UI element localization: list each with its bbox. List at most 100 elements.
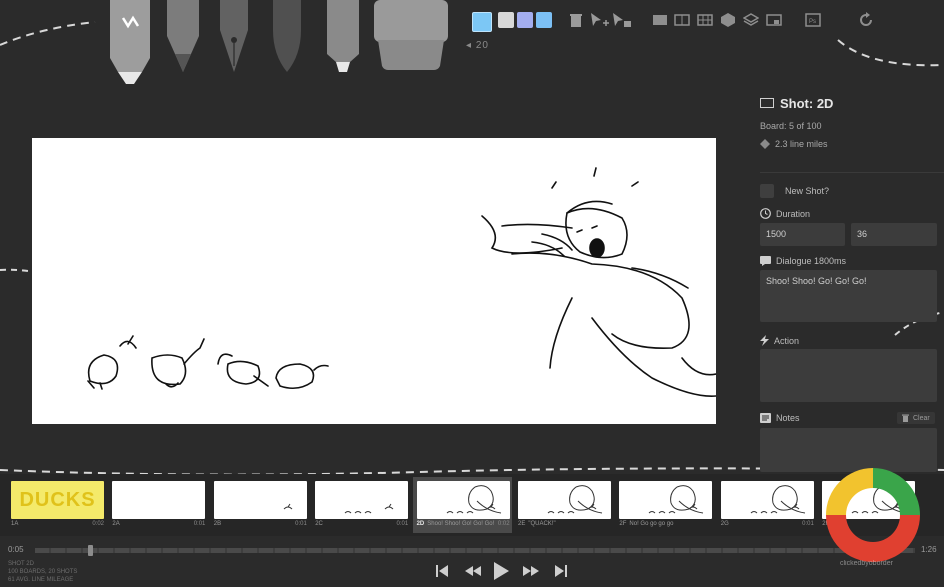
duration-label-row: Duration [760, 208, 810, 219]
board-thumbnail[interactable]: 2B 0:01 [210, 477, 309, 533]
board-thumbnail[interactable]: 2E "QUACK!" [514, 477, 613, 533]
board-duration: 0:01 [802, 521, 814, 527]
clock-icon [760, 208, 771, 219]
eraser-icon[interactable] [374, 0, 448, 72]
divider [760, 172, 944, 173]
action-label-row: Action [760, 335, 799, 346]
scrub-track[interactable] [35, 545, 915, 556]
board-thumbnail-image [315, 481, 409, 519]
board-thumbnail[interactable]: 2A 0:01 [108, 477, 207, 533]
color-swatch-2[interactable] [498, 12, 514, 28]
board-id: 2E [518, 521, 526, 527]
project-summary: SHOT 2D 100 BOARDS, 20 SHOTS 61 AVG. LIN… [8, 560, 77, 584]
photoshop-icon[interactable]: Ps [805, 12, 821, 28]
board-thumbnail[interactable]: DUCKS 1A 0:02 [7, 477, 106, 533]
board-duration: 0:02 [92, 521, 104, 527]
action-textarea[interactable] [760, 349, 937, 402]
storyboarder-window: ◂ 20 Ps Shot: 2D Board: 5 of 100 2.3 lin… [0, 0, 944, 587]
summary-mileage: 61 AVG. LINE MILEAGE [8, 577, 74, 583]
duration-ms-input[interactable]: 1500 [760, 223, 845, 246]
watermark-logo [826, 468, 920, 562]
thumbnail-sketch [750, 485, 805, 514]
board-id: 2G [720, 521, 729, 527]
thumbnail-sketch [446, 485, 501, 514]
monitor-icon [760, 98, 774, 108]
notes-icon [760, 413, 771, 423]
thumbnail-sketch [547, 485, 603, 514]
cube-icon[interactable] [720, 12, 736, 28]
pen-icon[interactable] [217, 0, 251, 74]
new-shot-checkbox[interactable] [760, 184, 774, 198]
summary-boards: 100 BOARDS, 20 SHOTS [8, 569, 78, 575]
board-dialogue: Shoo! Shoo! Go! Go! Go! [427, 521, 495, 527]
board-thumbnail-image [518, 481, 611, 519]
shot-title-text: Shot: 2D [780, 96, 834, 111]
duration-frames-input[interactable]: 36 [851, 223, 937, 246]
new-shot-row[interactable]: New Shot? [760, 184, 829, 198]
color-swatch-1[interactable] [472, 12, 492, 32]
line-miles-row: 2.3 line miles [760, 139, 944, 149]
board-thumbnail-image [213, 481, 307, 519]
brush-size-indicator[interactable]: ◂ 20 [466, 40, 489, 51]
new-shot-label: New Shot? [785, 186, 830, 196]
board-thumbnail-image: DUCKS [11, 481, 104, 519]
board-thumbnail[interactable]: 2F No! Go go go go [615, 477, 714, 533]
layout-single-icon[interactable] [652, 12, 668, 28]
board-label: 2C [315, 521, 326, 527]
title-card-text: DUCKS [19, 489, 96, 511]
notes-label: Notes [776, 413, 800, 423]
board-duration: 0:01 [396, 521, 409, 527]
skip-forward-icon[interactable] [553, 563, 569, 579]
duration-label: Duration [776, 208, 811, 219]
board-id: 2D [416, 521, 425, 527]
board-label: 2B [214, 521, 224, 527]
thumbnail-sketch [112, 481, 205, 519]
shot-title: Shot: 2D [760, 96, 944, 111]
board-label: 2E "QUACK!" [518, 521, 556, 527]
board-label: 2D Shoo! Shoo! Go! Go! Go! [417, 521, 495, 527]
trash-icon[interactable] [568, 12, 584, 28]
grid-icon[interactable] [697, 12, 713, 28]
diamond-icon [760, 139, 770, 149]
fast-forward-icon[interactable] [521, 563, 541, 579]
add-pointer-icon[interactable] [590, 12, 610, 28]
board-id: 2C [315, 521, 323, 527]
summary-shot: SHOT 2D [8, 561, 34, 567]
board-id: 2A [112, 521, 120, 527]
board-thumbnail[interactable]: 2G 0:01 [717, 477, 816, 533]
color-swatch-3[interactable] [517, 12, 533, 28]
board-duration: 0:02 [497, 521, 510, 527]
board-thumbnail[interactable]: 2C 0:01 [311, 477, 410, 533]
board-id: 1A [11, 521, 19, 527]
dialogue-label: Dialogue 1800ms [776, 256, 847, 266]
skip-back-icon[interactable] [434, 563, 450, 579]
layout-split-icon[interactable] [674, 12, 690, 28]
light-pencil-icon[interactable] [106, 0, 156, 86]
drawing-canvas[interactable] [32, 138, 717, 424]
layers-icon[interactable] [743, 12, 759, 28]
board-duration: 0:01 [295, 521, 307, 527]
scrub-handle[interactable] [87, 545, 93, 556]
sketch-drawing [87, 167, 717, 397]
clear-notes-button[interactable]: Clear [897, 412, 935, 424]
inspector-panel: Shot: 2D Board: 5 of 100 2.3 line miles … [760, 96, 944, 472]
board-thumbnail[interactable]: 2D Shoo! Shoo! Go! Go! Go! 0:02 [412, 477, 512, 533]
trash-small-icon [902, 414, 909, 422]
action-label: Action [774, 335, 800, 346]
board-label: 2G [721, 521, 732, 527]
marker-icon[interactable] [324, 0, 362, 74]
pencil-icon[interactable] [165, 0, 201, 74]
board-thumbnail-image [416, 481, 510, 519]
pointer-duplicate-icon[interactable] [612, 12, 632, 28]
image-icon[interactable] [766, 12, 782, 28]
line-miles-text: 2.3 line miles [775, 139, 828, 149]
thumbnail-sketch [649, 485, 704, 514]
dialogue-textarea[interactable]: Shoo! Shoo! Go! Go! Go! [760, 270, 937, 322]
brush-icon[interactable] [268, 0, 306, 74]
color-swatch-4[interactable] [536, 12, 552, 28]
refresh-icon[interactable] [858, 12, 874, 28]
board-label: 2F No! Go go go go [619, 521, 673, 527]
time-start: 0:05 [8, 545, 24, 554]
rewind-icon[interactable] [463, 563, 483, 579]
play-icon[interactable] [492, 561, 510, 581]
